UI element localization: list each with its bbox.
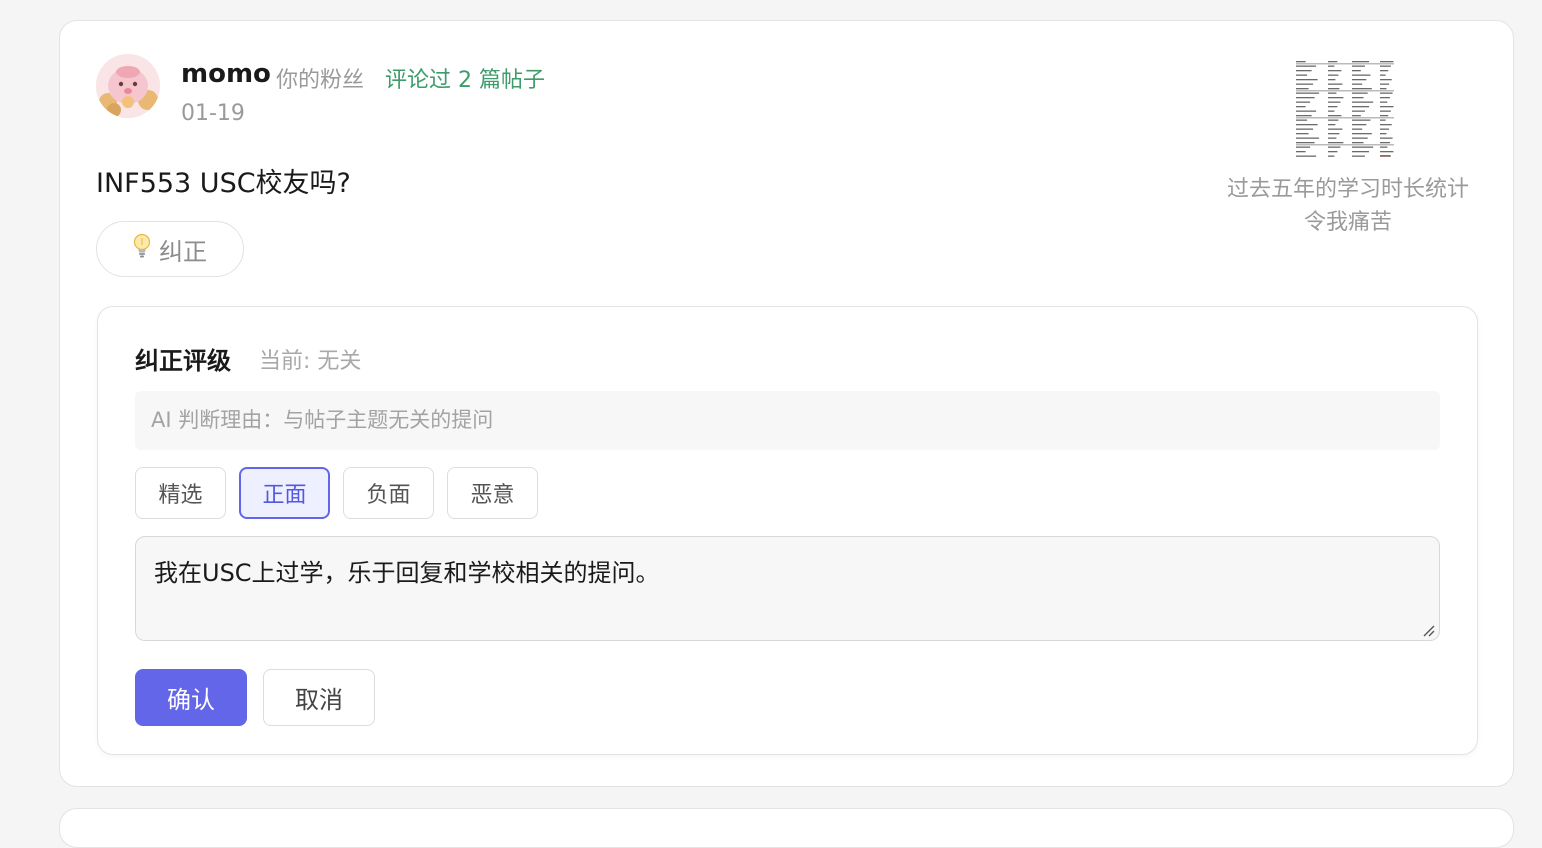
current-rating: 当前: 无关 xyxy=(259,349,362,374)
confirm-button[interactable]: 确认 xyxy=(135,669,247,726)
cancel-button[interactable]: 取消 xyxy=(263,669,375,726)
username[interactable]: momo xyxy=(181,59,271,89)
avatar[interactable] xyxy=(96,54,160,118)
fan-label: 你的粉丝 xyxy=(276,68,365,93)
rating-option-negative[interactable]: 负面 xyxy=(343,467,434,519)
correct-button[interactable]: 纠正 xyxy=(96,221,244,277)
panel-title: 纠正评级 xyxy=(135,347,231,375)
study-time-chart-thumbnail[interactable] xyxy=(1294,57,1398,161)
correction-panel: 纠正评级 当前: 无关 AI 判断理由：与帖子主题无关的提问 精选 正面 负面 … xyxy=(97,306,1478,755)
ai-reason: AI 判断理由：与帖子主题无关的提问 xyxy=(135,391,1440,450)
rating-option-featured[interactable]: 精选 xyxy=(135,467,226,519)
lightbulb-icon xyxy=(133,233,151,265)
comment-card: momo 你的粉丝 评论过 2 篇帖子 01-19 INF553 USC校友吗?… xyxy=(59,20,1514,787)
rating-option-malicious[interactable]: 恶意 xyxy=(447,467,538,519)
comment-content: INF553 USC校友吗? xyxy=(96,168,351,199)
thumbnail-caption: 过去五年的学习时长统计令我痛苦 xyxy=(1226,177,1469,235)
next-comment-card xyxy=(59,808,1514,848)
reason-textarea[interactable] xyxy=(135,536,1440,641)
rating-options: 精选 正面 负面 恶意 xyxy=(135,467,538,519)
correct-button-label: 纠正 xyxy=(159,237,207,266)
rating-option-positive[interactable]: 正面 xyxy=(239,467,330,519)
resize-grip-icon[interactable] xyxy=(1421,622,1435,637)
post-date: 01-19 xyxy=(181,101,245,126)
comment-count-link[interactable]: 评论过 2 篇帖子 xyxy=(385,62,545,94)
